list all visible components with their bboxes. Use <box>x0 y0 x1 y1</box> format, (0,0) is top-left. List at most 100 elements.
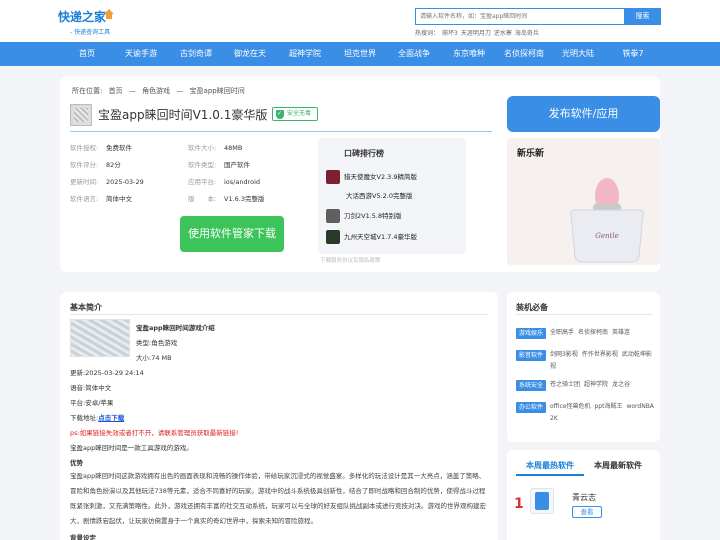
search-input[interactable] <box>416 9 625 24</box>
breadcrumb: 所在位置: 首页 — 角色游戏 — 宝盈app睐回时间 <box>72 86 245 96</box>
game-size: 大小:74 MB <box>136 354 172 362</box>
tag-link[interactable]: 龙之谷 <box>612 381 630 388</box>
breadcrumb-sep: — <box>128 87 136 95</box>
background-heading: 背景设定 <box>70 534 96 540</box>
nav-item[interactable]: 坦克世界 <box>344 42 376 66</box>
essentials-title: 装机必备 <box>516 303 548 312</box>
hot-word[interactable]: 逆水寒 <box>494 30 512 37</box>
house-icon <box>104 9 114 19</box>
game-intro-title: 宝盈app睐回时间游戏介绍 <box>136 324 215 332</box>
game-type: 类型:角色游戏 <box>136 339 178 347</box>
tag-links-games: 全职高手 名侦探柯南 英雄连 <box>550 327 655 339</box>
breadcrumb-category[interactable]: 角色游戏 <box>142 87 170 95</box>
tag-link[interactable]: 英雄连 <box>612 329 630 336</box>
intro-image <box>70 319 130 357</box>
safe-badge-label: 安全无毒 <box>287 110 312 117</box>
info-language: 软件语言: 简体中文 <box>70 195 132 203</box>
main-nav: 首页 天谕手游 古剑奇谭 御龙在天 超神学院 坦克世界 全面战争 东京喰种 名侦… <box>0 42 720 66</box>
publish-button[interactable]: 发布软件/应用 <box>507 96 660 132</box>
game-thumb-icon <box>326 209 340 223</box>
nav-item[interactable]: 名侦探柯南 <box>504 42 544 66</box>
safe-badge: 安全无毒 <box>272 107 318 121</box>
hot-word[interactable]: 海岛奇兵 <box>515 30 539 37</box>
ad-banner[interactable]: 新乐新 Gentle <box>507 138 660 265</box>
tag-link[interactable]: office怪兽危机 <box>550 403 590 410</box>
game-language: 语音:简体中文 <box>70 384 112 392</box>
info-size: 软件大小: 48MB <box>188 144 243 152</box>
app-title: 宝盈app睐回时间V1.0.1豪华版 <box>98 108 268 122</box>
rank-item[interactable]: 大话西游V5.2.0完整版 <box>346 190 413 200</box>
nav-item[interactable]: 天谕手游 <box>125 42 157 66</box>
search-box <box>415 8 625 25</box>
breadcrumb-current[interactable]: 宝盈app睐回时间 <box>190 87 245 95</box>
info-platform: 应用平台: ios/android <box>188 178 261 186</box>
nav-item[interactable]: 全面战争 <box>398 42 430 66</box>
shield-icon <box>276 108 284 120</box>
tag-link[interactable]: 名侦探柯南 <box>578 329 608 336</box>
intro-rule <box>70 314 488 315</box>
tag-link[interactable]: 剑网3影视 <box>550 351 578 358</box>
logo-subtitle: - 快递查询工具 <box>70 29 111 36</box>
app-icon <box>70 104 92 126</box>
breadcrumb-sep: — <box>176 87 184 95</box>
intro-title: 基本简介 <box>70 303 102 312</box>
tag-media[interactable]: 影音软件 <box>516 350 546 361</box>
weekly-tabs: 本周最热软件 本周最新软件 <box>516 458 652 476</box>
hot-word[interactable]: 崩坏3 <box>442 30 458 37</box>
view-button[interactable]: 查看 <box>572 506 602 518</box>
tag-links-media: 剑网3影视 仵作世界影视 武动乾坤影视 <box>550 349 655 373</box>
hot-word[interactable]: 天涯明月刀 <box>461 30 491 37</box>
tab-weekly-new[interactable]: 本周最新软件 <box>584 458 652 476</box>
tag-link[interactable]: 全职高手 <box>550 329 574 336</box>
download-address: 下载地址:点击下载 <box>70 414 125 422</box>
essentials-rule <box>516 314 652 315</box>
game-update: 更新:2025-03-29 24:14 <box>70 369 144 377</box>
rank-title: 口碑排行榜 <box>344 149 384 158</box>
app-icon[interactable] <box>530 488 554 514</box>
download-button[interactable]: 使用软件管家下载 <box>180 216 284 252</box>
tag-link[interactable]: ppt海贼王 <box>594 403 622 410</box>
info-version: 版 本: V1.6.3完整版 <box>188 195 265 203</box>
summary-text: 宝盈app睐回时间是一款工具游戏的游戏。 <box>70 444 193 452</box>
nav-item-home[interactable]: 首页 <box>79 42 95 66</box>
info-rating: 软件评分: 82分 <box>70 161 121 169</box>
tab-weekly-hot[interactable]: 本周最热软件 <box>516 458 584 476</box>
tag-security[interactable]: 系统安全 <box>516 380 546 391</box>
nav-item[interactable]: 东京喰种 <box>453 42 485 66</box>
hot-app-name[interactable]: 青云志 <box>572 492 596 503</box>
nav-item[interactable]: 光明大陆 <box>562 42 594 66</box>
game-thumb-icon <box>326 230 340 244</box>
nav-item[interactable]: 超神学院 <box>289 42 321 66</box>
breadcrumb-label: 所在位置: <box>72 87 103 95</box>
nav-item[interactable]: 古剑奇谭 <box>180 42 212 66</box>
breadcrumb-home[interactable]: 首页 <box>109 87 123 95</box>
tag-link[interactable]: 苍之骑士团 <box>550 381 580 388</box>
rank-item[interactable]: 九州天空城V1.7.4豪华版 <box>326 230 417 244</box>
logo-text: 快递之家 <box>58 10 107 24</box>
title-divider <box>70 131 492 132</box>
search-button[interactable]: 搜索 <box>624 8 661 25</box>
rank-note[interactable]: 下载服务协议及隐私政策 <box>320 256 381 264</box>
tag-games[interactable]: 游戏娱乐 <box>516 328 546 339</box>
rank-item[interactable]: 猎天使魔女V2.3.9精简版 <box>326 170 417 184</box>
rank-item[interactable]: 刀剑2V1.5.8特别版 <box>326 209 402 223</box>
tag-links-security: 苍之骑士团 超神学院 龙之谷 <box>550 379 655 391</box>
download-link[interactable]: 点击下载 <box>98 414 124 422</box>
info-license: 软件授权: 免费软件 <box>70 144 132 152</box>
warning-text: ps:如果链接失效或者打不开，请联系管理员获取最新链接! <box>70 429 239 437</box>
top-header: 快递之家 - 快递查询工具 搜索 热搜词：崩坏3天涯明月刀逆水寒海岛奇兵 <box>0 0 720 42</box>
site-logo[interactable]: 快递之家 - 快递查询工具 <box>58 8 138 38</box>
tag-link[interactable]: 超神学院 <box>584 381 608 388</box>
tag-link[interactable]: 仵作世界影视 <box>582 351 618 358</box>
advantage-paragraph: 宝盈app睐回时间这款游戏拥有出色的画面表现和流畅的操作体验，带给玩家沉浸式的视… <box>70 472 486 525</box>
tag-office[interactable]: 办公软件 <box>516 402 546 413</box>
game-thumb-icon <box>326 170 340 184</box>
info-type: 软件类型: 国产软件 <box>188 161 250 169</box>
advantage-heading: 优势 <box>70 459 83 467</box>
nav-item[interactable]: 铁拳7 <box>622 42 643 66</box>
info-updated: 更新时间: 2025-03-29 <box>70 178 144 186</box>
hot-rank-number: 1 <box>514 496 524 512</box>
hot-words: 热搜词： 崩坏3 天涯明月刀 逆水寒 海岛奇兵 <box>415 28 542 37</box>
nav-item[interactable]: 御龙在天 <box>234 42 266 66</box>
tag-links-office: office怪兽危机 ppt海贼王 wordNBA 2K <box>550 401 655 425</box>
